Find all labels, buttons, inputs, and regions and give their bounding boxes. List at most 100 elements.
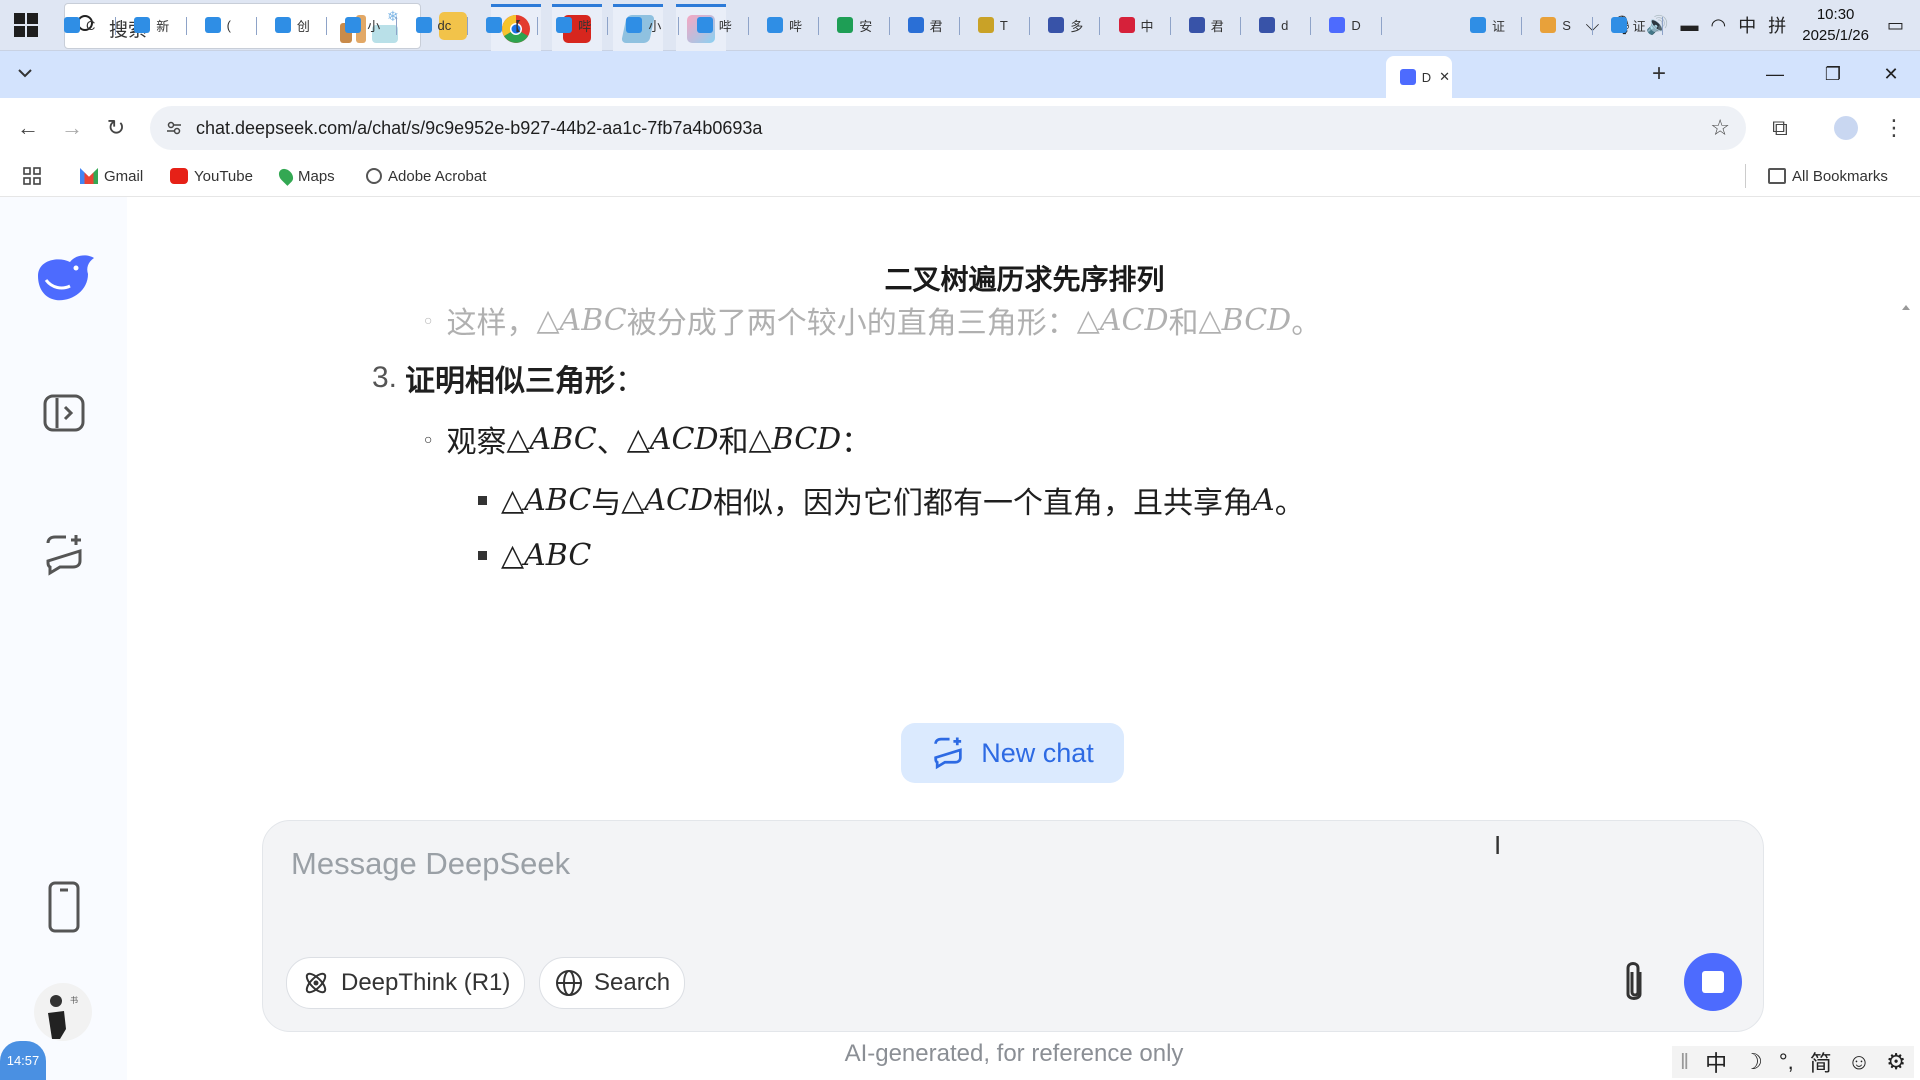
browser-tab[interactable]: 【: [472, 8, 539, 42]
notification-icon[interactable]: ▭: [1887, 15, 1904, 36]
browser-tab[interactable]: (: [191, 8, 257, 42]
settings-icon[interactable]: ⚙: [1886, 1049, 1906, 1075]
tab-favicon-icon: [64, 17, 80, 33]
browser-tab[interactable]: 哔: [683, 8, 749, 42]
tab-title: 小: [648, 18, 662, 34]
tab-favicon-icon: [204, 17, 221, 33]
bullet-line-1: △ABC 与 △ACD 相似，因为它们都有一个直角，且共享角 A 。: [478, 478, 1305, 522]
windows-start-icon[interactable]: [14, 13, 38, 37]
punctuation-icon[interactable]: °,: [1779, 1049, 1794, 1075]
user-avatar[interactable]: 书: [34, 983, 92, 1041]
message-input-placeholder[interactable]: Message DeepSeek: [291, 846, 570, 882]
browser-tab[interactable]: T: [964, 8, 1031, 42]
search-toggle-button[interactable]: Search: [539, 957, 686, 1009]
ime-chinese-mode[interactable]: 中: [1705, 1046, 1727, 1078]
browser-tab[interactable]: 君: [894, 8, 960, 42]
tab-title: 君: [929, 18, 943, 34]
observe-triangle-acd: △ACD: [626, 421, 719, 457]
step-3-heading: 3. 证明相似三角形 ：: [372, 356, 645, 400]
close-tab-icon[interactable]: ✕: [1439, 69, 1450, 85]
browser-tab[interactable]: S: [1526, 8, 1593, 42]
all-bookmarks-folder[interactable]: All Bookmarks: [1768, 165, 1888, 187]
minimize-icon[interactable]: —: [1746, 51, 1804, 98]
tab-title: 安: [859, 18, 873, 34]
new-chat-sidebar-icon[interactable]: [38, 529, 90, 581]
forward-icon[interactable]: →: [56, 112, 88, 144]
bookmark-gmail[interactable]: Gmail: [80, 165, 143, 187]
youtube-icon: [170, 168, 188, 184]
browser-tab[interactable]: 多: [1034, 8, 1101, 42]
browser-tab[interactable]: 小: [612, 8, 679, 42]
all-bookmarks-label: All Bookmarks: [1792, 167, 1888, 185]
browser-tab[interactable]: 安: [823, 8, 890, 42]
tab-title: 【: [507, 18, 521, 34]
tab-favicon-icon: [1188, 17, 1205, 33]
bookmark-adobe-acrobat[interactable]: Adobe Acrobat: [366, 165, 486, 187]
tab-separator: [255, 17, 257, 35]
wifi-icon[interactable]: ◠: [1711, 15, 1727, 36]
extensions-icon[interactable]: ⧉: [1764, 112, 1796, 144]
address-bar[interactable]: chat.deepseek.com/a/chat/s/9c9e952e-b927…: [150, 106, 1746, 150]
bookmark-youtube[interactable]: YouTube: [170, 165, 253, 187]
tab-favicon-icon: [767, 17, 783, 33]
browser-tab[interactable]: D: [1315, 8, 1382, 42]
toggle-sidebar-icon[interactable]: [38, 387, 90, 439]
tab-separator: [1591, 17, 1593, 35]
bookmark-youtube-label: YouTube: [194, 167, 253, 185]
square-bullet-icon: [478, 495, 487, 505]
new-chat-button[interactable]: New chat: [901, 723, 1124, 783]
ime-mode[interactable]: 拼: [1768, 12, 1786, 38]
clock[interactable]: 10:30 2025/1/26: [1802, 4, 1869, 46]
browser-menu-icon[interactable]: ⋮: [1878, 112, 1910, 144]
bookmark-star-icon[interactable]: ☆: [1710, 115, 1730, 141]
battery-icon[interactable]: ▬: [1681, 15, 1699, 36]
chat-scrollbar[interactable]: [1901, 300, 1911, 1040]
browser-tab[interactable]: 新: [120, 8, 187, 42]
tab-title: 哔: [789, 18, 803, 34]
tab-favicon-icon: [1329, 17, 1346, 33]
ime-simplified-mode[interactable]: 简: [1810, 1046, 1832, 1078]
browser-tab[interactable]: 哔: [542, 8, 609, 42]
tab-favicon-icon: [134, 17, 151, 33]
tab-search-dropdown-icon[interactable]: [14, 62, 36, 84]
ime-language[interactable]: 中: [1738, 12, 1756, 38]
browser-tab[interactable]: 证: [1597, 8, 1663, 42]
browser-tab-strip: [0, 51, 1920, 98]
bullet2-triangle-abc: △ABC: [501, 538, 592, 573]
browser-tab[interactable]: d: [1245, 8, 1312, 42]
browser-tab[interactable]: 小: [331, 8, 398, 42]
browser-tab[interactable]: 君: [1175, 8, 1242, 42]
browser-tab[interactable]: 创: [261, 8, 328, 42]
tab-separator: [1310, 17, 1312, 35]
browser-tab-active[interactable]: D ✕: [1385, 56, 1452, 98]
floating-time-bubble[interactable]: 14:57: [0, 1041, 46, 1080]
attach-file-icon[interactable]: [1616, 960, 1652, 1011]
deepthink-toggle-button[interactable]: DeepThink (R1): [286, 957, 526, 1009]
observe-line: ○ 观察 △ABC 、 △ACD 和 △BCD ：: [424, 417, 871, 461]
close-window-icon[interactable]: ✕: [1862, 51, 1920, 98]
back-icon[interactable]: ←: [12, 112, 44, 144]
moon-icon[interactable]: ☽: [1743, 1049, 1763, 1075]
browser-tab[interactable]: C: [50, 8, 117, 42]
new-tab-icon[interactable]: +: [1652, 60, 1666, 88]
bookmark-acrobat-label: Adobe Acrobat: [388, 167, 487, 185]
faded-line-triangle-abc: △ABC: [536, 302, 627, 338]
tab-separator: [747, 17, 749, 35]
apps-grid-icon[interactable]: [22, 165, 42, 187]
browser-tab[interactable]: dc: [402, 8, 468, 42]
browser-tab[interactable]: 中: [1105, 8, 1171, 42]
browser-tab[interactable]: 证: [1456, 8, 1523, 42]
bookmark-maps[interactable]: Maps: [276, 165, 335, 187]
tab-separator: [115, 17, 117, 35]
profile-avatar-icon[interactable]: [1834, 116, 1858, 140]
emoji-icon[interactable]: ☺: [1848, 1049, 1870, 1075]
stop-generation-button[interactable]: [1684, 953, 1742, 1011]
reload-icon[interactable]: ↻: [100, 112, 132, 144]
tab-favicon-icon: [1470, 17, 1486, 33]
step-3-colon: ：: [615, 365, 646, 398]
restore-icon[interactable]: ❐: [1804, 51, 1862, 98]
site-info-icon[interactable]: [166, 120, 182, 136]
browser-tab[interactable]: 哔: [753, 8, 820, 42]
stop-icon: [1702, 971, 1724, 993]
mobile-app-icon[interactable]: [38, 881, 90, 933]
